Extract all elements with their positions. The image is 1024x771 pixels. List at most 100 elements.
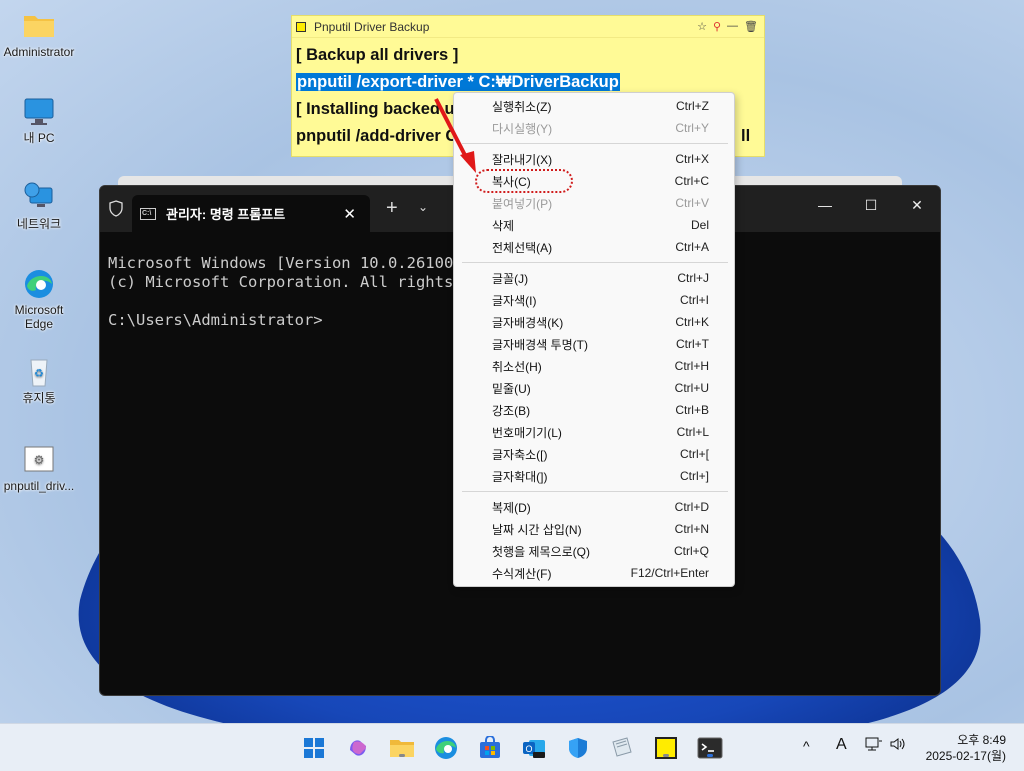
outlook-icon[interactable]: O — [521, 736, 547, 760]
file-explorer-icon[interactable] — [389, 736, 415, 760]
menu-item-redo: 다시실행(Y) Ctrl+Y — [454, 117, 734, 139]
menu-item-shortcut: F12/Ctrl+Enter — [630, 566, 709, 580]
menu-item-first-line-title[interactable]: 첫행을 제목으로(Q) Ctrl+Q — [454, 540, 734, 562]
network-icon — [22, 182, 56, 214]
store-icon[interactable] — [477, 736, 503, 760]
star-icon[interactable]: ☆ — [697, 20, 707, 33]
menu-item-shrink-text[interactable]: 글자축소([) Ctrl+[ — [454, 443, 734, 465]
menu-item-label: 잘라내기(X) — [492, 152, 553, 167]
clock-date: 2025-02-17(월) — [925, 749, 1006, 763]
menu-item-label: 글꼴(J) — [492, 271, 529, 286]
menu-item-label: 수식계산(F) — [492, 566, 552, 581]
tab-command-prompt[interactable]: C:\ 관리자: 명령 프롬프트 ✕ — [132, 195, 370, 232]
desktop-icon-administrator[interactable]: Administrator — [0, 10, 78, 59]
folder-icon — [22, 10, 56, 42]
menu-item-bold[interactable]: 강조(B) Ctrl+B — [454, 399, 734, 421]
chevron-down-icon[interactable]: ⌄ — [418, 200, 428, 214]
close-tab-icon[interactable]: ✕ — [343, 205, 356, 223]
new-tab-icon[interactable]: + — [386, 197, 398, 220]
pin-icon[interactable]: ⚲ — [713, 20, 721, 33]
menu-item-shortcut: Ctrl+Q — [673, 544, 709, 558]
desktop-icon-network[interactable]: 네트워크 — [0, 182, 78, 231]
menu-item-label: 삭제 — [492, 218, 515, 233]
minimize-icon[interactable]: — — [727, 20, 738, 33]
menu-item-undo[interactable]: 실행취소(Z) Ctrl+Z — [454, 95, 734, 117]
sticky-titlebar[interactable]: Pnputil Driver Backup ☆ ⚲ — 🗑 — [292, 16, 764, 38]
desktop-icon-edge[interactable]: Microsoft Edge — [0, 268, 78, 331]
menu-item-shortcut: Ctrl+C — [674, 174, 709, 188]
minimize-button[interactable]: — — [802, 186, 848, 224]
context-menu[interactable]: 실행취소(Z) Ctrl+Z 다시실행(Y) Ctrl+Y 잘라내기(X) Ctrl+… — [453, 92, 735, 587]
menu-item-underline[interactable]: 밑줄(U) Ctrl+U — [454, 377, 734, 399]
menu-item-label: 다시실행(Y) — [492, 121, 553, 136]
network-status-icon[interactable] — [865, 736, 883, 755]
edge-icon[interactable] — [433, 736, 459, 760]
tray-overflow-chevron-icon[interactable]: ^ — [803, 738, 810, 754]
volume-icon[interactable] — [889, 736, 907, 755]
menu-item-text-color[interactable]: 글자색(I) Ctrl+I — [454, 289, 734, 311]
menu-item-label: 전체선택(A) — [492, 240, 553, 255]
desktop-icon-label: 휴지통 — [22, 391, 56, 405]
menu-item-delete[interactable]: 삭제 Del — [454, 214, 734, 236]
taskbar: O ^ A 오후 8:49 2025-02-17(월) — [0, 723, 1024, 771]
desktop-icon-label: 내 PC — [23, 131, 55, 145]
menu-item-label: 글자색(I) — [492, 293, 537, 308]
terminal-icon[interactable] — [697, 736, 723, 760]
start-icon[interactable] — [301, 736, 327, 760]
desktop-icon-pnputil[interactable]: ⚙ pnputil_driv... — [0, 444, 78, 493]
edge-icon — [22, 268, 56, 300]
menu-item-label: 실행취소(Z) — [492, 99, 552, 114]
pointer-arrow-icon — [434, 98, 476, 173]
trash-icon[interactable]: 🗑 — [744, 20, 758, 33]
selected-text[interactable]: pnputil /export-driver * C:₩DriverBackup — [296, 73, 620, 91]
menu-item-duplicate[interactable]: 복제(D) Ctrl+D — [454, 496, 734, 518]
system-clock[interactable]: 오후 8:49 2025-02-17(월) — [926, 732, 1006, 764]
desktop-icon-label: 네트워크 — [16, 217, 62, 231]
sticky-color-icon[interactable] — [296, 21, 306, 32]
copilot-icon[interactable] — [345, 736, 371, 760]
notes-icon[interactable] — [609, 736, 635, 760]
menu-item-label: 붙여넣기(P) — [492, 196, 553, 211]
desktop-icon-my-pc[interactable]: 내 PC — [0, 96, 78, 145]
menu-item-insert-datetime[interactable]: 날짜 시간 삽입(N) Ctrl+N — [454, 518, 734, 540]
desktop-icon-recycle-bin[interactable]: ♻ 휴지통 — [0, 356, 78, 405]
menu-item-shortcut: Ctrl+X — [675, 152, 709, 166]
copy-highlight-ring — [475, 169, 573, 193]
menu-item-strikethrough[interactable]: 취소선(H) Ctrl+H — [454, 355, 734, 377]
close-button[interactable]: ✕ — [894, 186, 940, 224]
menu-item-text-bg-transparent[interactable]: 글자배경색 투명(T) Ctrl+T — [454, 333, 734, 355]
menu-item-label: 날짜 시간 삽입(N) — [492, 522, 582, 537]
sticky-title: Pnputil Driver Backup — [314, 19, 430, 34]
menu-item-font[interactable]: 글꼴(J) Ctrl+J — [454, 267, 734, 289]
running-indicator — [399, 754, 405, 757]
menu-item-shortcut: Ctrl+] — [679, 469, 709, 483]
menu-item-calculate[interactable]: 수식계산(F) F12/Ctrl+Enter — [454, 562, 734, 584]
maximize-button[interactable]: ☐ — [848, 186, 894, 224]
menu-item-paste: 붙여넣기(P) Ctrl+V — [454, 192, 734, 214]
menu-item-shortcut: Ctrl+H — [674, 359, 709, 373]
svg-text:⚙: ⚙ — [34, 453, 45, 467]
menu-item-shortcut: Ctrl+I — [679, 293, 709, 307]
menu-item-label: 글자배경색(K) — [492, 315, 564, 330]
menu-item-cut[interactable]: 잘라내기(X) Ctrl+X — [454, 148, 734, 170]
menu-item-label: 복제(D) — [492, 500, 531, 515]
clock-time: 오후 8:49 — [957, 733, 1006, 747]
menu-item-numbering[interactable]: 번호매기기(L) Ctrl+L — [454, 421, 734, 443]
svg-text:♻: ♻ — [34, 368, 44, 380]
svg-text:O: O — [525, 744, 532, 754]
menu-item-shortcut: Ctrl+N — [674, 522, 709, 536]
ime-indicator[interactable]: A — [836, 736, 847, 754]
sticky-notes-icon[interactable] — [653, 736, 679, 760]
menu-item-shortcut: Ctrl+A — [675, 240, 709, 254]
menu-item-select-all[interactable]: 전체선택(A) Ctrl+A — [454, 236, 734, 258]
menu-item-shortcut: Ctrl+L — [676, 425, 709, 439]
sticky-line-fragment: ll — [741, 127, 751, 145]
menu-item-label: 글자배경색 투명(T) — [492, 337, 588, 352]
menu-item-label: 글자축소([) — [492, 447, 548, 462]
menu-item-text-bg-color[interactable]: 글자배경색(K) Ctrl+K — [454, 311, 734, 333]
menu-item-shortcut: Ctrl+[ — [679, 447, 709, 461]
defender-icon[interactable] — [565, 736, 591, 760]
menu-item-shortcut: Ctrl+B — [675, 403, 709, 417]
running-indicator — [707, 754, 713, 757]
menu-item-enlarge-text[interactable]: 글자확대(]) Ctrl+] — [454, 465, 734, 487]
